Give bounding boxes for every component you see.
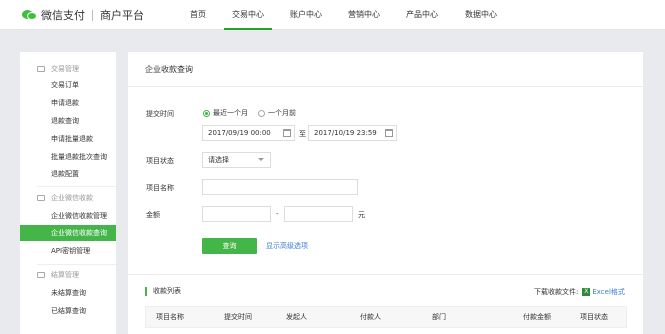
status-label: 项目状态 [146,157,174,165]
nav-trade-center[interactable]: 交易中心 [224,0,272,30]
amount-separator: - [276,210,279,218]
nav-product-center[interactable]: 产品中心 [400,0,444,30]
radio-month-ago[interactable]: 一个月前 [258,108,296,118]
sidebar-divider [37,264,116,265]
table-header: 项目名称 提交时间 发起人 付款人 部门 付款金额 项目状态 [145,306,627,328]
top-bar: 微信支付 商户平台 首页 交易中心 账户中心 营销中心 产品中心 数据中心 [0,0,665,30]
column-header-project-status: 项目状态 [580,313,608,321]
excel-download-link[interactable]: Excel格式 [592,287,625,297]
brand-divider [92,9,93,21]
column-header-submit-time: 提交时间 [224,313,252,321]
brand-subtitle: 商户平台 [100,9,144,22]
list-divider [128,274,643,275]
list-title: 收款列表 [145,287,181,296]
sidebar-item-settled-query[interactable]: 已结算查询 [20,303,116,319]
column-header-department: 部门 [432,313,446,321]
column-header-payer: 付款人 [360,313,381,321]
calendar-icon[interactable] [283,129,291,137]
group-icon [37,272,45,278]
sidebar-item-refund-query[interactable]: 退款查询 [20,113,116,129]
chevron-down-icon [258,158,264,161]
end-date-field[interactable]: 2017/10/19 23:59 [308,125,397,141]
nav-home[interactable]: 首页 [183,0,213,30]
sidebar-group-enterprise-wechat: 企业微信收款 [20,191,116,205]
nav-data-center[interactable]: 数据中心 [459,0,503,30]
main-panel: 企业收款查询 提交时间 最近一个月 一个月前 2017/09/19 00:00 … [128,52,643,334]
column-header-payment-amount: 付款金额 [523,313,551,321]
project-name-input[interactable] [202,179,358,195]
sidebar-group-settlement: 结算管理 [20,268,116,282]
amount-unit: 元 [358,211,365,219]
show-advanced-options-link[interactable]: 显示高级选项 [266,241,308,251]
column-header-initiator: 发起人 [286,313,307,321]
nav-marketing-center[interactable]: 营销中心 [342,0,386,30]
amount-max-input[interactable] [284,206,353,222]
group-icon [37,66,45,72]
calendar-icon[interactable] [385,129,393,137]
sidebar-item-batch-refund[interactable]: 申请批量退款 [20,131,116,147]
radio-checked-icon [203,109,210,117]
submit-time-label: 提交时间 [146,110,174,118]
amount-label: 金额 [146,211,160,219]
date-range-separator: 至 [299,130,306,138]
sidebar-divider [37,186,116,187]
sidebar-item-enterprise-collection-manage[interactable]: 企业微信收款管理 [20,208,116,224]
excel-icon[interactable]: X [582,288,591,296]
project-name-label: 项目名称 [146,184,174,192]
wechat-pay-logo-icon [22,9,37,21]
start-date-field[interactable]: 2017/09/19 00:00 [202,125,295,141]
brand[interactable]: 微信支付 商户平台 [22,7,144,23]
column-header-project-name: 项目名称 [156,313,184,321]
download-label: 下载收款文件: [534,288,579,296]
brand-name: 微信支付 [41,9,85,22]
sidebar: 交易管理 交易订单 申请退款 退款查询 申请批量退款 批量退款批次查询 退款配置… [20,52,116,334]
radio-unchecked-icon [258,109,265,117]
title-divider [128,86,643,87]
sidebar-item-apply-refund[interactable]: 申请退款 [20,95,116,111]
sidebar-group-trade: 交易管理 [20,62,116,76]
page-title: 企业收款查询 [145,65,193,74]
group-icon [37,195,45,201]
status-select[interactable]: 请选择 [202,152,271,168]
sidebar-item-api-key-manage[interactable]: API密钥管理 [20,243,116,259]
sidebar-item-unsettled-query[interactable]: 未结算查询 [20,285,116,301]
query-button[interactable]: 查询 [202,238,257,254]
sidebar-item-refund-config[interactable]: 退款配置 [20,166,116,182]
radio-recent-month[interactable]: 最近一个月 [203,108,248,118]
nav-account-center[interactable]: 账户中心 [284,0,328,30]
sidebar-item-enterprise-collection-query[interactable]: 企业微信收款查询 [20,225,116,241]
amount-min-input[interactable] [202,206,271,222]
download-area: 下载收款文件: X Excel格式 [534,287,625,297]
sidebar-item-trade-orders[interactable]: 交易订单 [20,77,116,93]
sidebar-item-batch-refund-query[interactable]: 批量退款批次查询 [20,149,116,165]
